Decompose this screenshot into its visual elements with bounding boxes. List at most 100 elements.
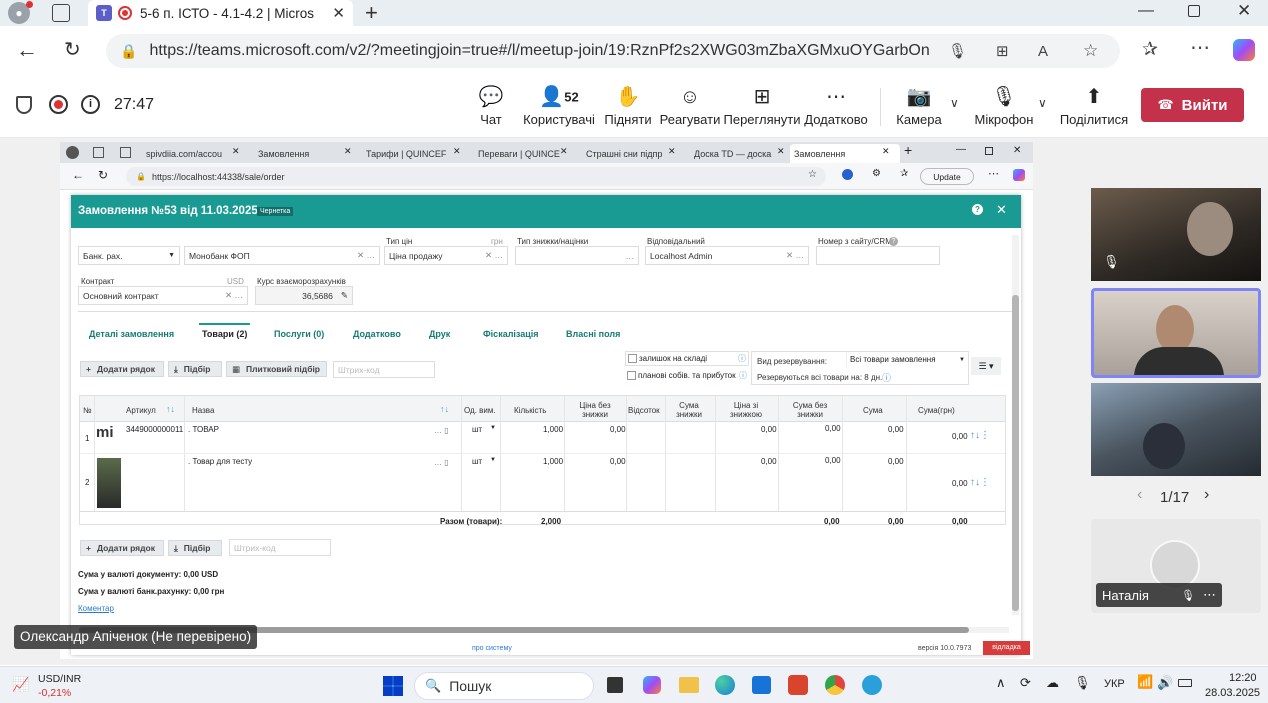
tile-pick-button[interactable]: ▦ Плитковий підбір [226, 361, 327, 377]
help-icon[interactable]: ⓘ [739, 370, 747, 381]
clear-icon[interactable]: ✕ … [357, 250, 375, 261]
responsible-field[interactable]: Localhost Admin ✕ … [645, 246, 809, 265]
barcode-input[interactable]: Штрих-код [333, 361, 435, 378]
help-icon[interactable]: ⓘ [738, 353, 746, 364]
tab-fiscalization[interactable]: Фіскалізація [483, 329, 539, 339]
people-button[interactable]: 👤52 Користувачі [522, 84, 596, 127]
cost-check-row[interactable]: планові собів. та прибуток ⓘ [625, 368, 749, 383]
shield-icon[interactable] [16, 96, 32, 114]
sort-icon[interactable]: ↑↓ [440, 404, 449, 414]
favorites-icon[interactable]: ✰ [1142, 38, 1158, 61]
keyboard-language[interactable]: УКР [1104, 678, 1125, 690]
inner-tab-1[interactable]: spivdiia.com/accou [142, 144, 246, 163]
inner-minimize-icon[interactable]: — [956, 144, 966, 155]
file-explorer-icon[interactable] [679, 677, 699, 693]
inner-tab-close-icon[interactable]: ✕ [560, 146, 568, 157]
inner-restore-icon[interactable] [985, 147, 993, 155]
task-view-icon[interactable] [607, 677, 623, 693]
inner-back-icon[interactable]: ← [72, 168, 84, 182]
help-icon[interactable]: ? [972, 204, 983, 215]
tray-app-icon[interactable]: ⟳ [1020, 675, 1031, 691]
add-row-button[interactable]: + Додати рядок [80, 361, 164, 377]
self-view-tile[interactable]: Наталія 🎙 ⋯ [1091, 519, 1261, 613]
raise-hand-button[interactable]: ✋ Підняти [602, 84, 654, 127]
office-icon[interactable] [788, 675, 808, 695]
next-page-icon[interactable]: › [1204, 486, 1209, 504]
tab-additional[interactable]: Додатково [353, 329, 401, 339]
update-button[interactable]: Update [920, 168, 974, 185]
crm-field[interactable] [816, 246, 940, 265]
copilot-app-icon[interactable] [643, 676, 661, 694]
wifi-icon[interactable]: 📶 [1137, 674, 1153, 690]
tray-mic-icon[interactable]: 🎙 [1074, 675, 1091, 691]
inner-tab-close-icon[interactable]: ✕ [668, 146, 676, 157]
help-icon[interactable]: ⓘ [882, 371, 891, 384]
inner-tab-3[interactable]: Тарифи | QUINCEF [362, 144, 462, 163]
bank-type-select[interactable]: Банк. рах. ▼ [78, 246, 180, 265]
dropdown-arrow-icon[interactable]: ▼ [490, 425, 496, 431]
tray-chevron-icon[interactable]: ∧ [996, 675, 1006, 691]
store-icon[interactable] [752, 676, 771, 694]
inner-refresh-icon[interactable]: ↻ [98, 168, 108, 182]
clock-date[interactable]: 28.03.2025 [1205, 687, 1260, 699]
clear-icon[interactable]: ✕ … [225, 290, 243, 301]
minimize-icon[interactable]: — [1138, 2, 1154, 20]
move-up-icon[interactable]: ↑↓⋮ [970, 477, 990, 488]
edit-icon[interactable]: ✎ [341, 290, 348, 301]
telegram-icon[interactable] [862, 675, 882, 695]
table-row[interactable]: 1 mi 3449000000011 . ТОВАР … ▯ шт ▼ 1,00… [80, 422, 1005, 454]
chat-button[interactable]: 💬 Чат [474, 84, 508, 127]
inner-tab-close-icon[interactable]: ✕ [453, 146, 461, 157]
inner-ext2-icon[interactable]: ⚙ [872, 168, 881, 179]
inner-tab-close-icon[interactable]: ✕ [882, 146, 890, 157]
tab-actions-icon[interactable] [52, 4, 70, 22]
about-link[interactable]: про систему [472, 645, 512, 652]
tab-services[interactable]: Послуги (0) [274, 329, 324, 339]
col-name[interactable]: Назва [192, 406, 214, 415]
taskbar-search[interactable]: 🔍 Пошук [414, 672, 594, 700]
inner-favorites-icon[interactable]: ✰ [900, 168, 908, 179]
info-icon[interactable]: i [81, 95, 100, 114]
reserve-select[interactable]: Всі товари замовлення ▼ [846, 352, 968, 367]
inner-tab-close-icon[interactable]: ✕ [777, 146, 785, 157]
volume-icon[interactable]: 🔊 [1157, 675, 1173, 691]
prev-page-icon[interactable]: ‹ [1137, 486, 1142, 504]
row-actions-icon[interactable]: … ▯ [434, 458, 449, 467]
participant-tile-1[interactable]: 🎙 [1091, 188, 1261, 281]
view-button[interactable]: ⊞ Переглянути [724, 84, 801, 127]
stock-check-row[interactable]: залишок на складі ⓘ [625, 351, 749, 366]
column-menu-button[interactable]: ☰ ▾ [971, 357, 1001, 375]
inner-tab-4[interactable]: Переваги | QUINCE [474, 144, 564, 163]
vertical-scrollbar[interactable] [1012, 235, 1019, 615]
table-row[interactable]: 2 . Товар для тесту … ▯ шт ▼ 1,000 0,00 … [80, 454, 1005, 512]
mic-button[interactable]: 🎙 Мікрофон [972, 84, 1036, 127]
inner-more-icon[interactable]: ⋯ [988, 167, 999, 180]
checkbox[interactable] [627, 371, 636, 380]
inner-close-icon[interactable]: ✕ [1013, 145, 1021, 156]
tab-order-details[interactable]: Деталі замовлення [89, 329, 174, 339]
share-button[interactable]: ⬆ Поділитися [1060, 84, 1128, 127]
refresh-icon[interactable]: ↻ [64, 37, 81, 62]
dropdown-arrow-icon[interactable]: ▼ [490, 457, 496, 463]
more-icon[interactable]: ⋯ [1203, 587, 1216, 603]
recording-status-icon[interactable] [49, 95, 68, 114]
tab-goods[interactable]: Товари (2) [199, 323, 251, 339]
tray-cloud-icon[interactable]: ☁ [1046, 675, 1059, 691]
sort-icon[interactable]: ↑↓ [166, 404, 175, 414]
tab-custom-fields[interactable]: Власні поля [566, 329, 620, 339]
inner-tab-2[interactable]: Замовлення [254, 144, 358, 163]
inner-ext-icon[interactable] [842, 169, 853, 180]
tab-print[interactable]: Друк [429, 329, 450, 339]
chrome-icon[interactable] [825, 675, 845, 695]
bank-account-field[interactable]: Монобанк ФОП ✕ … [184, 246, 380, 265]
stock-chart-icon[interactable]: 📈 [12, 676, 29, 693]
debug-button[interactable]: відладка [983, 641, 1030, 655]
rate-field[interactable]: 36,5686 ✎ [255, 286, 353, 305]
app-icon[interactable]: ⊞ [996, 42, 1009, 60]
clear-icon[interactable]: ✕ … [485, 250, 503, 261]
back-icon[interactable]: ← [16, 37, 38, 63]
react-button[interactable]: ☺ Реагувати [658, 84, 722, 127]
mic-icon[interactable]: 🎙 [948, 42, 967, 60]
inner-tab-close-icon[interactable]: ✕ [344, 146, 352, 157]
leave-button[interactable]: ☎ Вийти [1141, 88, 1244, 122]
